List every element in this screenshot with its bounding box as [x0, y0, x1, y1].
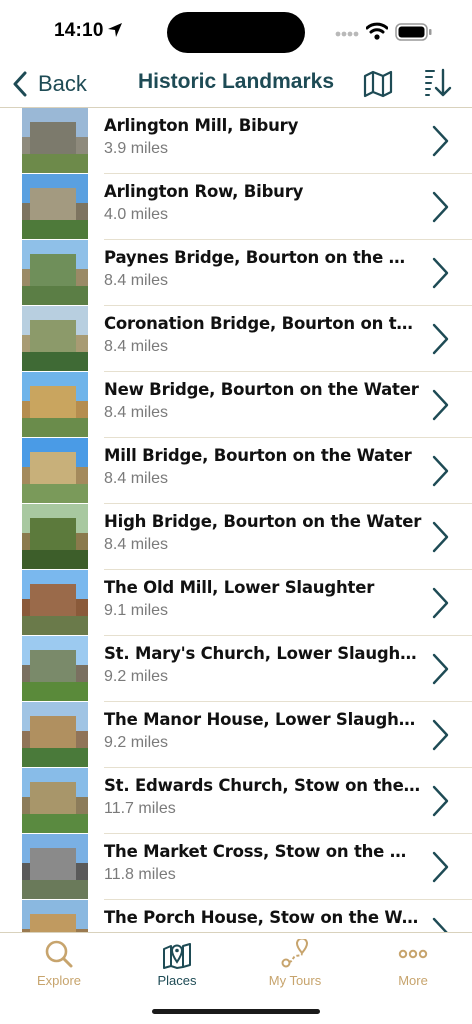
- status-time: 14:10: [54, 20, 104, 41]
- list-item[interactable]: Paynes Bridge, Bourton on the Water 8.4 m…: [0, 240, 472, 306]
- chevron-right-icon: [432, 257, 449, 289]
- chevron-right-icon: [432, 323, 449, 355]
- list-item[interactable]: High Bridge, Bourton on the Water 8.4 mil…: [0, 504, 472, 570]
- chevron-right-icon: [432, 653, 449, 685]
- landmark-thumbnail: [22, 174, 88, 239]
- landmark-name: Coronation Bridge, Bourton on the...: [104, 314, 422, 333]
- chevron-right-icon: [432, 125, 449, 157]
- tab-explore[interactable]: Explore: [0, 939, 118, 988]
- chevron-right-icon: [432, 587, 449, 619]
- tab-label-explore: Explore: [36, 973, 82, 988]
- list-item[interactable]: Coronation Bridge, Bourton on the... 8.4 …: [0, 306, 472, 372]
- landmark-thumbnail: [22, 768, 88, 833]
- list-item[interactable]: The Porch House, Stow on the Wold: [0, 900, 472, 932]
- chevron-right-icon: [432, 389, 449, 421]
- landmark-distance: 3.9 miles: [104, 140, 169, 157]
- map-pin-icon: [163, 943, 191, 969]
- battery-icon: [395, 23, 432, 41]
- tab-more[interactable]: More: [354, 939, 472, 988]
- landmark-thumbnail: [22, 504, 88, 569]
- landmark-thumbnail: [22, 240, 88, 305]
- landmark-distance: 8.4 miles: [104, 536, 169, 553]
- landmark-name: The Old Mill, Lower Slaughter: [104, 578, 375, 597]
- route-icon: [281, 939, 309, 968]
- status-bar: 14:10: [0, 0, 472, 62]
- landmark-distance: 8.4 miles: [104, 272, 169, 289]
- list-item[interactable]: Mill Bridge, Bourton on the Water 8.4 mil…: [0, 438, 472, 504]
- chevron-right-icon: [432, 851, 449, 883]
- landmark-name: The Market Cross, Stow on the Wold: [104, 842, 422, 861]
- list-item[interactable]: New Bridge, Bourton on the Water 8.4 mile…: [0, 372, 472, 438]
- navigation-bar: Back Historic Landmarks: [0, 62, 472, 108]
- signal-icon: [335, 31, 359, 37]
- landmark-name: The Porch House, Stow on the Wold: [104, 908, 422, 927]
- chevron-right-icon: [432, 191, 449, 223]
- landmark-distance: 4.0 miles: [104, 206, 169, 223]
- chevron-right-icon: [432, 455, 449, 487]
- landmark-thumbnail: [22, 306, 88, 371]
- landmark-distance: 9.1 miles: [104, 602, 169, 619]
- tab-label-my-tours: My Tours: [268, 973, 322, 988]
- list-item[interactable]: St. Mary's Church, Lower Slaughter 9.2 mi…: [0, 636, 472, 702]
- location-arrow-icon: [108, 23, 122, 37]
- landmark-name: St. Mary's Church, Lower Slaughter: [104, 644, 422, 663]
- landmark-distance: 11.8 miles: [104, 866, 176, 883]
- landmark-distance: 9.2 miles: [104, 668, 169, 685]
- list-item[interactable]: Arlington Row, Bibury 4.0 miles: [0, 174, 472, 240]
- landmark-distance: 8.4 miles: [104, 404, 169, 421]
- search-icon: [45, 940, 73, 968]
- chevron-right-icon: [432, 521, 449, 553]
- landmark-name: Mill Bridge, Bourton on the Water: [104, 446, 412, 465]
- back-button[interactable]: Back: [12, 66, 87, 102]
- landmark-thumbnail: [22, 702, 88, 767]
- list-item[interactable]: Arlington Mill, Bibury 3.9 miles: [0, 108, 472, 174]
- wifi-icon: [366, 22, 388, 40]
- landmark-thumbnail: [22, 636, 88, 701]
- more-icon: [398, 949, 428, 959]
- home-indicator: [152, 1009, 320, 1014]
- landmark-thumbnail: [22, 570, 88, 635]
- tab-places[interactable]: Places: [118, 939, 236, 988]
- landmark-name: High Bridge, Bourton on the Water: [104, 512, 422, 531]
- tab-label-places: Places: [157, 973, 197, 988]
- landmark-name: New Bridge, Bourton on the Water: [104, 380, 419, 399]
- landmark-name: Paynes Bridge, Bourton on the Water: [104, 248, 422, 267]
- landmark-thumbnail: [22, 438, 88, 503]
- landmark-thumbnail: [22, 900, 88, 932]
- list-item[interactable]: The Manor House, Lower Slaughter 9.2 mile…: [0, 702, 472, 768]
- dynamic-island: [167, 12, 305, 53]
- landmark-distance: 8.4 miles: [104, 470, 169, 487]
- chevron-right-icon: [432, 785, 449, 817]
- map-icon[interactable]: [363, 70, 393, 98]
- landmark-distance: 9.2 miles: [104, 734, 169, 751]
- chevron-left-icon: [13, 71, 27, 97]
- landmark-name: St. Edwards Church, Stow on the Wold: [104, 776, 422, 795]
- tab-my-tours[interactable]: My Tours: [236, 939, 354, 988]
- list-item[interactable]: St. Edwards Church, Stow on the Wold 11.7…: [0, 768, 472, 834]
- list-item[interactable]: The Market Cross, Stow on the Wold 11.8 m…: [0, 834, 472, 900]
- landmark-thumbnail: [22, 372, 88, 437]
- landmark-distance: 11.7 miles: [104, 800, 176, 817]
- landmark-distance: 8.4 miles: [104, 338, 169, 355]
- landmark-name: Arlington Row, Bibury: [104, 182, 304, 201]
- tab-label-more: More: [398, 973, 428, 988]
- back-label: Back: [38, 71, 87, 96]
- landmark-thumbnail: [22, 834, 88, 899]
- landmark-name: The Manor House, Lower Slaughter: [104, 710, 422, 729]
- landmark-name: Arlington Mill, Bibury: [104, 116, 299, 135]
- landmark-list[interactable]: Arlington Mill, Bibury 3.9 miles Arlington…: [0, 108, 472, 932]
- chevron-right-icon: [432, 719, 449, 751]
- list-item[interactable]: The Old Mill, Lower Slaughter 9.1 miles: [0, 570, 472, 636]
- sort-icon[interactable]: [422, 67, 452, 99]
- landmark-thumbnail: [22, 108, 88, 173]
- chevron-right-icon: [432, 917, 448, 932]
